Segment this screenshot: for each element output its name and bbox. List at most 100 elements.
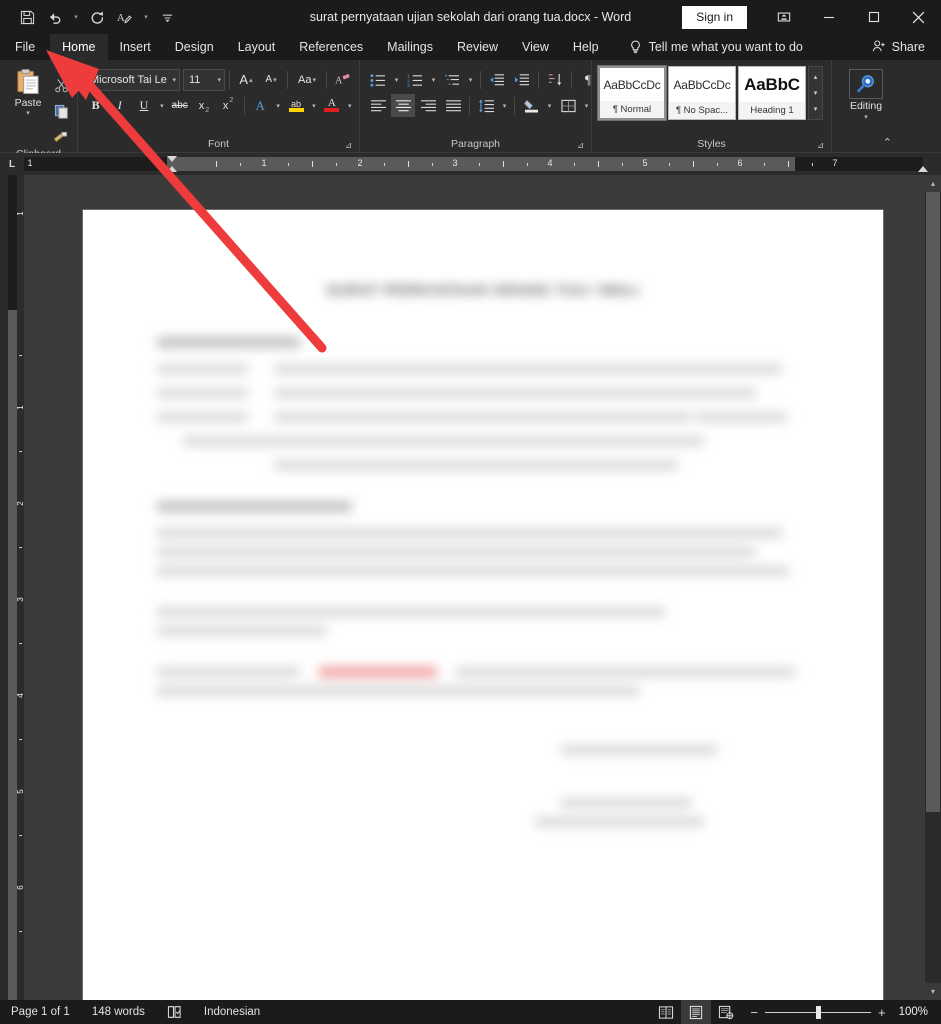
tab-file[interactable]: File [0, 34, 50, 60]
tab-insert[interactable]: Insert [108, 34, 163, 60]
document-canvas[interactable]: SURAT PERNYATAAN ORANG TUA / WALI ▴ ▾ [24, 175, 941, 1000]
font-size-combobox[interactable]: 11 ▾ [183, 68, 225, 91]
editor-dropdown-caret-icon[interactable]: ▾ [140, 5, 152, 29]
print-layout-view-button[interactable] [681, 1000, 712, 1024]
numbering-dropdown-caret-icon[interactable]: ▾ [428, 68, 439, 91]
first-line-indent-marker[interactable] [167, 156, 177, 162]
find-magnifier-icon[interactable] [849, 69, 883, 99]
paste-button[interactable]: Paste ▾ [6, 67, 50, 147]
tab-design[interactable]: Design [163, 34, 226, 60]
zoom-slider-thumb[interactable] [815, 1005, 821, 1019]
borders-dropdown-caret-icon[interactable]: ▾ [581, 94, 592, 117]
language-indicator[interactable]: Indonesian [193, 1000, 271, 1024]
zoom-level-button[interactable]: 100% [895, 1006, 941, 1018]
text-effects-button[interactable]: A [249, 94, 272, 117]
tab-help[interactable]: Help [561, 34, 611, 60]
document-page[interactable]: SURAT PERNYATAAN ORANG TUA / WALI [82, 210, 883, 1000]
justify-button[interactable] [441, 94, 465, 117]
increase-indent-button[interactable] [510, 68, 534, 91]
text-highlight-color-button[interactable]: ab [284, 94, 307, 117]
borders-button[interactable] [556, 94, 580, 117]
style-heading-1[interactable]: AaBbC Heading 1 [738, 66, 806, 120]
format-painter-icon[interactable] [50, 127, 72, 147]
zoom-out-button[interactable]: − [750, 1006, 758, 1019]
word-count[interactable]: 148 words [81, 1000, 156, 1024]
maximize-icon[interactable] [851, 0, 896, 34]
document-content[interactable]: SURAT PERNYATAAN ORANG TUA / WALI [83, 210, 883, 827]
ribbon-display-options-icon[interactable] [761, 0, 806, 34]
web-layout-view-button[interactable] [711, 1000, 741, 1024]
font-color-dropdown-caret-icon[interactable]: ▾ [344, 94, 355, 117]
italic-button[interactable]: I [108, 94, 131, 117]
paste-dropdown-caret-icon[interactable]: ▾ [26, 110, 30, 118]
proofing-errors-icon[interactable] [156, 1000, 193, 1024]
scroll-down-icon[interactable]: ▾ [925, 983, 941, 1000]
change-case-button[interactable]: Aa ▾ [292, 68, 322, 91]
tab-references[interactable]: References [287, 34, 375, 60]
sort-button[interactable] [543, 68, 567, 91]
multilevel-dropdown-caret-icon[interactable]: ▾ [465, 68, 476, 91]
grow-font-button[interactable]: A ▴ [234, 68, 258, 91]
left-indent-marker[interactable] [167, 166, 177, 172]
horizontal-ruler-track[interactable]: 1 1 2 3 4 5 6 7 [24, 156, 928, 172]
styles-more-icon[interactable]: ▾ [809, 101, 822, 117]
line-spacing-dropdown-caret-icon[interactable]: ▾ [499, 94, 510, 117]
editing-dropdown-caret-icon[interactable]: ▾ [864, 113, 868, 121]
text-effects-dropdown-caret-icon[interactable]: ▾ [273, 94, 284, 117]
bullets-button[interactable] [366, 68, 390, 91]
font-dialog-launcher-icon[interactable]: ⊿ [343, 140, 354, 151]
styles-gallery-scroll[interactable]: ▴ ▾ ▾ [808, 66, 823, 120]
bullets-dropdown-caret-icon[interactable]: ▾ [391, 68, 402, 91]
sign-in-button[interactable]: Sign in [682, 5, 747, 29]
line-spacing-button[interactable] [474, 94, 498, 117]
decrease-indent-button[interactable] [485, 68, 509, 91]
undo-dropdown-caret-icon[interactable]: ▾ [70, 5, 82, 29]
align-left-button[interactable] [366, 94, 390, 117]
zoom-in-button[interactable]: + [878, 1006, 886, 1019]
save-icon[interactable] [14, 5, 40, 29]
vertical-ruler-track[interactable]: 1 1 2 3 4 5 6 [8, 175, 25, 1000]
close-icon[interactable] [896, 0, 941, 34]
tab-review[interactable]: Review [445, 34, 510, 60]
underline-dropdown-caret-icon[interactable]: ▾ [157, 94, 168, 117]
styles-scroll-up-icon[interactable]: ▴ [809, 69, 822, 85]
font-color-button[interactable]: A [320, 94, 343, 117]
align-center-button[interactable] [391, 94, 415, 117]
tab-home[interactable]: Home [50, 34, 108, 60]
styles-dialog-launcher-icon[interactable]: ⊿ [815, 140, 826, 151]
redo-icon[interactable] [84, 5, 110, 29]
tab-stop-selector[interactable]: L [0, 153, 24, 175]
minimize-icon[interactable] [806, 0, 851, 34]
copy-icon[interactable] [50, 101, 72, 121]
read-mode-view-button[interactable] [651, 1000, 681, 1024]
paragraph-dialog-launcher-icon[interactable]: ⊿ [575, 140, 586, 151]
strikethrough-button[interactable]: abc [168, 94, 191, 117]
shrink-font-button[interactable]: A ▾ [259, 68, 283, 91]
share-button[interactable]: Share [862, 34, 941, 60]
style-normal[interactable]: AaBbCcDc ¶ Normal [597, 65, 667, 121]
vertical-scrollbar[interactable]: ▴ ▾ [925, 175, 941, 1000]
numbering-button[interactable]: 123 [403, 68, 427, 91]
horizontal-ruler[interactable]: L 1 1 2 3 4 5 6 7 [0, 153, 941, 175]
shading-button[interactable] [519, 94, 543, 117]
superscript-button[interactable]: x2 [216, 94, 239, 117]
bold-button[interactable]: B [84, 94, 107, 117]
subscript-button[interactable]: x2 [192, 94, 215, 117]
zoom-slider[interactable]: − + [741, 1005, 894, 1019]
tab-mailings[interactable]: Mailings [375, 34, 445, 60]
cut-icon[interactable] [50, 75, 72, 95]
customize-quick-access-toolbar-icon[interactable] [154, 5, 180, 29]
tab-layout[interactable]: Layout [226, 34, 288, 60]
undo-icon[interactable] [42, 5, 68, 29]
editing-button[interactable]: Editing ▾ [838, 65, 894, 121]
tell-me-search-box[interactable]: Tell me what you want to do [611, 34, 813, 60]
scroll-up-icon[interactable]: ▴ [925, 175, 941, 192]
page-indicator[interactable]: Page 1 of 1 [0, 1000, 81, 1024]
scrollbar-thumb[interactable] [926, 192, 940, 812]
vertical-ruler[interactable]: 1 1 2 3 4 5 6 [0, 175, 25, 1000]
multilevel-list-button[interactable] [440, 68, 464, 91]
highlight-dropdown-caret-icon[interactable]: ▾ [309, 94, 320, 117]
right-indent-marker[interactable] [918, 166, 928, 172]
zoom-slider-track[interactable] [764, 1005, 871, 1019]
shading-dropdown-caret-icon[interactable]: ▾ [544, 94, 555, 117]
